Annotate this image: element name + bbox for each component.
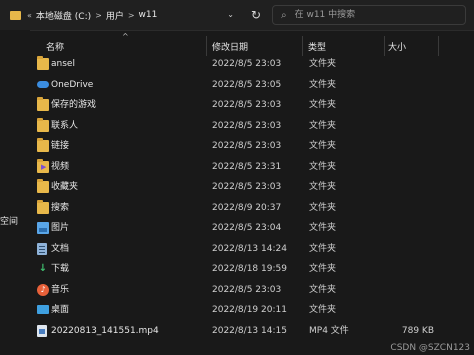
chevron-down-icon[interactable]: ⌄ [227, 10, 234, 19]
file-type: 文件夹 [309, 100, 337, 110]
folder-icon [37, 97, 49, 111]
file-name: 收藏夹 [51, 182, 79, 192]
file-size: 789 KB [401, 325, 434, 336]
table-row[interactable]: ▶ 视频 2022/8/5 23:31 文件夹 [30, 157, 474, 178]
file-type: 文件夹 [309, 284, 337, 295]
file-name: 图片 [51, 223, 70, 233]
search-box[interactable]: ⌕ [272, 5, 466, 25]
file-date: 2022/8/5 23:31 [212, 161, 282, 172]
table-row[interactable]: 链接 2022/8/5 23:03 文件夹 [30, 136, 474, 157]
file-type: 文件夹 [309, 182, 337, 192]
column-divider[interactable] [384, 36, 385, 56]
file-date: 2022/8/18 19:59 [212, 264, 287, 274]
file-name: 保存的游戏 [51, 100, 97, 110]
navigation-pane: 空间 [0, 30, 30, 355]
file-type: 文件夹 [309, 120, 337, 131]
file-date: 2022/8/13 14:24 [212, 243, 287, 254]
column-divider[interactable] [206, 36, 207, 56]
file-type: 文件夹 [309, 59, 337, 69]
file-date: 2022/8/5 23:05 [212, 79, 282, 90]
breadcrumb-separator: > [127, 10, 135, 20]
file-name: 搜索 [51, 202, 70, 213]
mp4-file-icon [37, 324, 47, 337]
file-name: OneDrive [51, 79, 94, 90]
folder-icon [37, 56, 49, 70]
file-date: 2022/8/5 23:03 [212, 100, 282, 110]
file-name: 下载 [51, 264, 70, 274]
folder-icon [37, 179, 49, 193]
file-name: ansel [51, 59, 75, 69]
table-row[interactable]: 联系人 2022/8/5 23:03 文件夹 [30, 116, 474, 137]
sidebar-item-label[interactable]: 空间 [0, 214, 18, 227]
breadcrumb-separator: > [95, 10, 102, 20]
file-name: 音乐 [51, 284, 70, 295]
table-row[interactable]: ♪ 音乐 2022/8/5 23:03 文件夹 [30, 280, 474, 301]
music-icon: ♪ [37, 283, 49, 296]
file-date: 2022/8/5 23:03 [212, 182, 282, 192]
file-date: 2022/8/19 20:11 [212, 305, 287, 315]
table-row[interactable]: 搜索 2022/8/9 20:37 文件夹 [30, 198, 474, 219]
table-row[interactable]: 桌面 2022/8/19 20:11 文件夹 [30, 300, 474, 321]
file-type: 文件夹 [309, 223, 337, 233]
table-row[interactable]: 文档 2022/8/13 14:24 文件夹 [30, 239, 474, 260]
column-divider[interactable] [438, 36, 439, 56]
download-icon: ↓ [38, 263, 48, 274]
file-date: 2022/8/13 14:15 [212, 325, 287, 336]
address-bar[interactable]: « 本地磁盘 (C:) > 用户 > w11 ⌄ [10, 4, 238, 26]
file-list: ^ 名称 修改日期 类型 大小 ansel 2022/8/5 23:03 文件夹… [30, 30, 474, 355]
chevron-left-icon: « [27, 10, 32, 20]
file-type: 文件夹 [309, 264, 337, 274]
file-name: 文档 [51, 243, 70, 254]
sort-up-icon: ^ [122, 32, 129, 41]
folder-icon [37, 138, 49, 152]
breadcrumb-w11[interactable]: w11 [139, 10, 158, 20]
search-icon: ⌕ [281, 9, 287, 21]
table-row[interactable]: 20220813_141551.mp4 2022/8/13 14:15 MP4 … [30, 321, 474, 342]
file-date: 2022/8/5 23:03 [212, 120, 282, 131]
refresh-icon[interactable]: ↻ [248, 7, 264, 23]
file-date: 2022/8/5 23:03 [212, 141, 282, 151]
file-name: 桌面 [51, 305, 70, 315]
file-type: 文件夹 [309, 79, 337, 90]
search-input[interactable] [292, 9, 437, 21]
file-name: 20220813_141551.mp4 [51, 325, 159, 336]
file-type: 文件夹 [309, 161, 337, 172]
cloud-icon [37, 80, 49, 88]
table-row[interactable]: ansel 2022/8/5 23:03 文件夹 [30, 54, 474, 75]
file-type: 文件夹 [309, 202, 337, 213]
table-row[interactable]: 收藏夹 2022/8/5 23:03 文件夹 [30, 177, 474, 198]
address-bar-region: « 本地磁盘 (C:) > 用户 > w11 ⌄ ↻ ⌕ [0, 0, 474, 31]
watermark: CSDN @SZCN123 [390, 343, 470, 353]
file-type: 文件夹 [309, 305, 337, 315]
folder-icon [37, 117, 49, 132]
video-icon: ▶ [37, 158, 49, 173]
file-type: MP4 文件 [309, 325, 349, 336]
file-name: 视频 [51, 161, 70, 172]
table-row[interactable]: OneDrive 2022/8/5 23:05 文件夹 [30, 75, 474, 96]
table-row[interactable]: 图片 2022/8/5 23:04 文件夹 [30, 218, 474, 239]
file-type: 文件夹 [309, 141, 337, 151]
file-name: 链接 [51, 141, 70, 151]
picture-icon [37, 222, 49, 234]
breadcrumb-users[interactable]: 用户 [106, 9, 124, 22]
folder-icon [10, 10, 21, 20]
desktop-icon [37, 305, 49, 314]
breadcrumb-drive[interactable]: 本地磁盘 (C:) [36, 9, 91, 22]
table-row[interactable]: ↓ 下载 2022/8/18 19:59 文件夹 [30, 259, 474, 280]
file-date: 2022/8/5 23:04 [212, 223, 282, 233]
column-divider[interactable] [302, 36, 303, 56]
file-name: 联系人 [51, 120, 79, 131]
folder-icon [37, 199, 49, 214]
file-type: 文件夹 [309, 243, 337, 254]
file-date: 2022/8/5 23:03 [212, 284, 282, 295]
document-icon [37, 242, 47, 255]
file-date: 2022/8/9 20:37 [212, 202, 282, 213]
table-row[interactable]: 保存的游戏 2022/8/5 23:03 文件夹 [30, 95, 474, 116]
file-date: 2022/8/5 23:03 [212, 59, 282, 69]
